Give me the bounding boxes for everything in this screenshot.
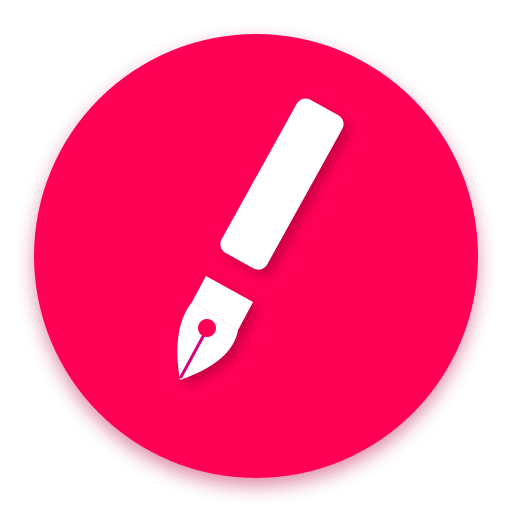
app-icon-canvas [0, 0, 512, 512]
nib-breather-hole [198, 319, 216, 337]
fountain-pen-app-icon [34, 34, 478, 478]
